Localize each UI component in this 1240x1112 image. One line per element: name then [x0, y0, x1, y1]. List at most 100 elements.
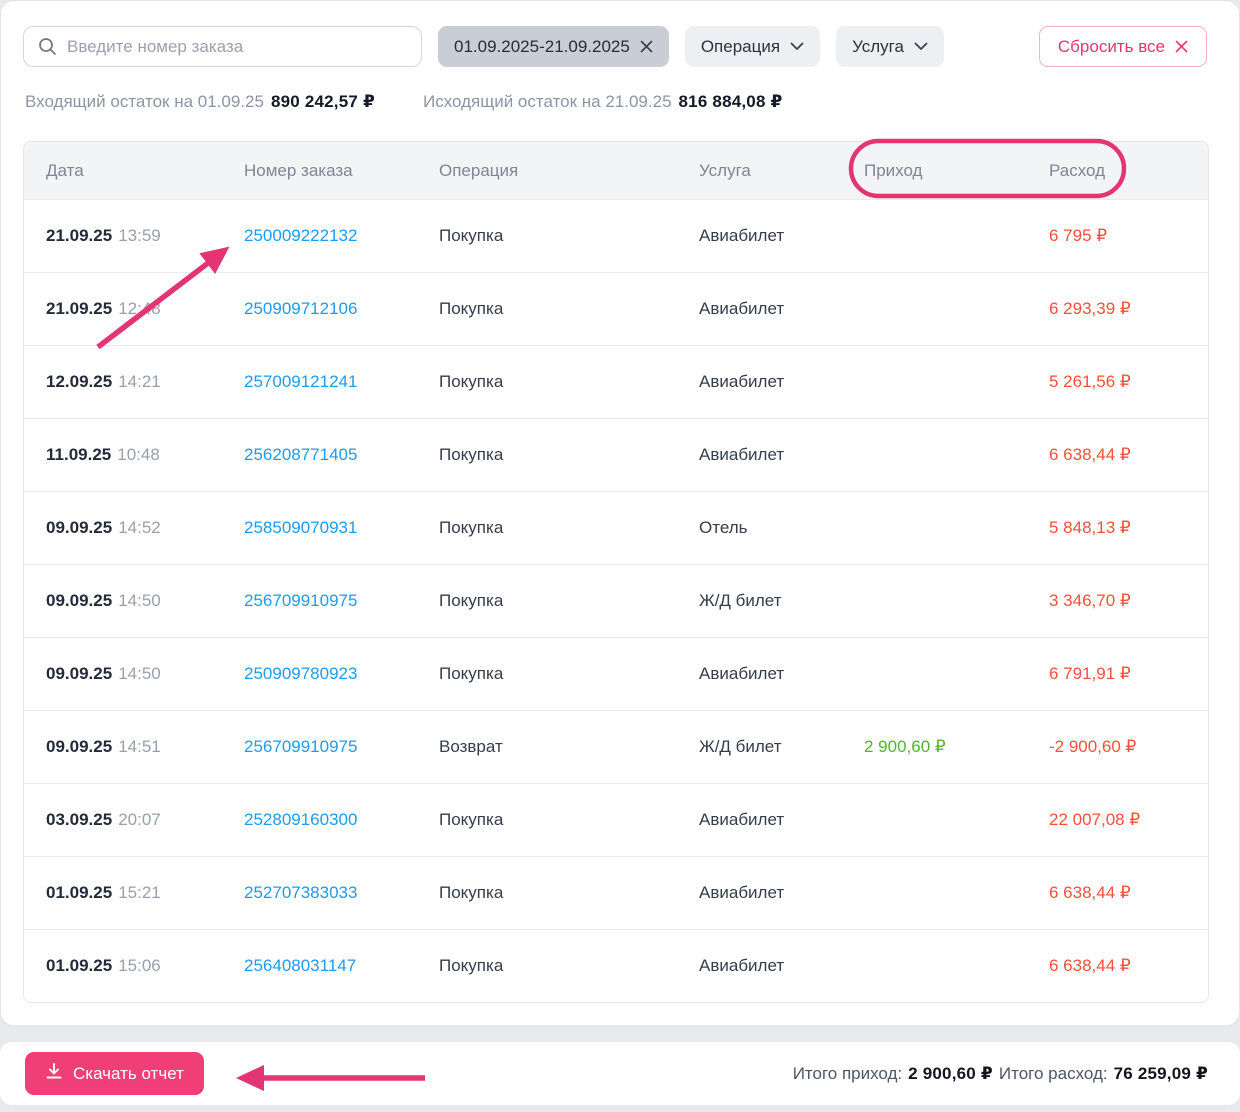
cell-operation: Покупка — [439, 664, 699, 684]
report-panel: 01.09.2025-21.09.2025 Операция Услуга — [0, 0, 1240, 1026]
cell-service: Отель — [699, 518, 864, 538]
cell-operation: Покупка — [439, 372, 699, 392]
cell-operation: Покупка — [439, 591, 699, 611]
order-number-link[interactable]: 257009121241 — [244, 372, 357, 391]
service-filter-label: Услуга — [852, 37, 904, 57]
table-row: 09.09.2514:50 250909780923 Покупка Авиаб… — [24, 637, 1208, 710]
cell-date: 03.09.25 20:07 — [46, 810, 244, 830]
cell-expense: 22 007,08 ₽ — [1049, 810, 1186, 830]
order-number-link[interactable]: 256208771405 — [244, 445, 357, 464]
table-row: 09.09.2514:52 258509070931 Покупка Отель… — [24, 491, 1208, 564]
order-number-link[interactable]: 256709910975 — [244, 737, 357, 756]
balance-summary: Входящий остаток на 01.09.25890 242,57 ₽… — [25, 92, 783, 112]
filter-bar: 01.09.2025-21.09.2025 Операция Услуга — [23, 26, 1207, 67]
order-number-link[interactable]: 252707383033 — [244, 883, 357, 902]
order-number-link[interactable]: 256408031147 — [244, 956, 356, 975]
reset-close-icon — [1175, 40, 1188, 53]
cell-expense: 6 795 ₽ — [1049, 226, 1186, 246]
outgoing-balance-label: Исходящий остаток на 21.09.25 — [423, 92, 672, 111]
row-time: 15:21 — [118, 883, 161, 902]
cell-operation: Покупка — [439, 810, 699, 830]
row-time: 10:48 — [117, 445, 160, 464]
total-income-label: Итого приход: — [793, 1064, 902, 1084]
date-range-chip[interactable]: 01.09.2025-21.09.2025 — [438, 26, 669, 67]
date-range-label: 01.09.2025-21.09.2025 — [454, 37, 630, 57]
cell-order: 257009121241 — [244, 372, 439, 392]
table-row: 21.09.2513:59 250009222132 Покупка Авиаб… — [24, 199, 1208, 272]
search-input[interactable] — [67, 37, 407, 57]
cell-date: 21.09.2512:48 — [46, 299, 244, 319]
column-header-order: Номер заказа — [244, 161, 439, 181]
table-row: 11.09.2510:48 256208771405 Покупка Авиаб… — [24, 418, 1208, 491]
row-time: 14:52 — [118, 518, 161, 537]
cell-service: Авиабилет — [699, 226, 864, 246]
row-time: 14:50 — [118, 591, 161, 610]
cell-order: 250009222132 — [244, 226, 439, 246]
download-report-label: Скачать отчет — [73, 1064, 184, 1084]
cell-service: Авиабилет — [699, 810, 864, 830]
cell-service: Авиабилет — [699, 299, 864, 319]
cell-operation: Покупка — [439, 299, 699, 319]
row-time: 15:06 — [118, 956, 161, 975]
total-income-value: 2 900,60 ₽ — [908, 1064, 993, 1084]
cell-date: 09.09.2514:50 — [46, 591, 244, 611]
cell-date: 09.09.2514:50 — [46, 664, 244, 684]
cell-service: Авиабилет — [699, 445, 864, 465]
row-date: 12.09.25 — [46, 372, 112, 391]
column-header-date: Дата — [46, 161, 244, 181]
row-date: 09.09.25 — [46, 518, 112, 537]
chevron-down-icon — [790, 42, 804, 51]
total-expense-value: 76 259,09 ₽ — [1114, 1064, 1208, 1084]
cell-service: Авиабилет — [699, 956, 864, 976]
cell-service: Авиабилет — [699, 664, 864, 684]
cell-service: Ж/Д билет — [699, 737, 864, 757]
column-header-operation: Операция — [439, 161, 699, 181]
row-date: 09.09.25 — [46, 664, 112, 683]
row-date: 01.09.25 — [46, 956, 112, 975]
cell-expense: 6 638,44 ₽ — [1049, 956, 1186, 976]
cell-date: 12.09.2514:21 — [46, 372, 244, 392]
cell-expense: 5 848,13 ₽ — [1049, 518, 1186, 538]
order-search[interactable] — [23, 26, 422, 67]
cell-date: 09.09.2514:51 — [46, 737, 244, 757]
download-icon — [45, 1062, 63, 1085]
row-date: 21.09.25 — [46, 226, 112, 245]
order-number-link[interactable]: 250009222132 — [244, 226, 357, 245]
cell-order: 256208771405 — [244, 445, 439, 465]
row-time: 12:48 — [118, 299, 161, 318]
row-date: 11.09.25 — [46, 445, 111, 464]
date-range-close-icon[interactable] — [640, 40, 653, 53]
row-time: 13:59 — [118, 226, 161, 245]
cell-expense: 6 293,39 ₽ — [1049, 299, 1186, 319]
order-number-link[interactable]: 256709910975 — [244, 591, 357, 610]
row-date: 03.09.25 — [46, 810, 112, 829]
total-expense-label: Итого расход: — [999, 1064, 1108, 1084]
cell-order: 252809160300 — [244, 810, 439, 830]
search-icon — [38, 37, 57, 56]
reset-all-button[interactable]: Сбросить все — [1039, 26, 1207, 67]
cell-operation: Возврат — [439, 737, 699, 757]
outgoing-balance: Исходящий остаток на 21.09.25816 884,08 … — [423, 92, 783, 112]
cell-expense: 6 638,44 ₽ — [1049, 445, 1186, 465]
table-row: 03.09.25 20:07 252809160300 Покупка Авиаб… — [24, 783, 1208, 856]
row-time: 20:07 — [118, 810, 161, 829]
table-row: 01.09.2515:06 256408031147 Покупка Авиаб… — [24, 929, 1208, 1002]
cell-service: Авиабилет — [699, 372, 864, 392]
download-report-button[interactable]: Скачать отчет — [25, 1052, 204, 1095]
cell-order: 250909780923 — [244, 664, 439, 684]
cell-expense: 6 638,44 ₽ — [1049, 883, 1186, 903]
cell-expense: -2 900,60 ₽ — [1049, 737, 1186, 757]
cell-date: 01.09.25 15:06 — [46, 956, 244, 976]
cell-expense: 6 791,91 ₽ — [1049, 664, 1186, 684]
order-number-link[interactable]: 252809160300 — [244, 810, 357, 829]
order-number-link[interactable]: 258509070931 — [244, 518, 357, 537]
service-filter-dropdown[interactable]: Услуга — [836, 26, 944, 67]
order-number-link[interactable]: 250909780923 — [244, 664, 357, 683]
operation-filter-dropdown[interactable]: Операция — [685, 26, 820, 67]
table-row: 09.09.2514:50 256709910975 Покупка Ж/Д б… — [24, 564, 1208, 637]
cell-order: 256408031147 — [244, 956, 439, 976]
table-row: 21.09.2512:48 250909712106 Покупка Авиаб… — [24, 272, 1208, 345]
incoming-balance: Входящий остаток на 01.09.25890 242,57 ₽ — [25, 92, 375, 112]
reset-all-label: Сбросить все — [1058, 37, 1165, 57]
order-number-link[interactable]: 250909712106 — [244, 299, 357, 318]
